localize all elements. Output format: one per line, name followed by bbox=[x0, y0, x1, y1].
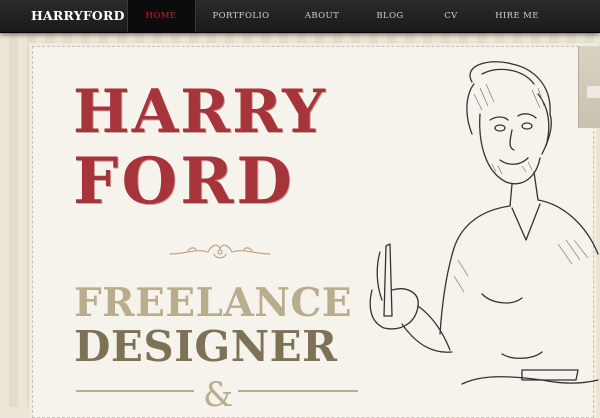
hero-name-last: FORD bbox=[73, 144, 295, 219]
nav-item-portfolio[interactable]: PORTFOLIO bbox=[196, 0, 286, 32]
nav-item-blog[interactable]: BLOG bbox=[360, 0, 420, 32]
tagline-freelance: FREELANCE bbox=[74, 280, 353, 326]
divider-rule-right bbox=[238, 390, 358, 392]
divider-rule-left bbox=[76, 390, 194, 392]
top-navigation-bar: HARRYFORD HOME PORTFOLIO ABOUT BLOG CV H… bbox=[0, 0, 600, 33]
designer-sketch-illustration bbox=[369, 61, 599, 385]
nav-item-hire-me[interactable]: HIRE ME bbox=[482, 0, 552, 32]
nav-item-home[interactable]: HOME bbox=[127, 0, 195, 32]
ornament-flourish-icon bbox=[169, 244, 271, 259]
hero-name-first: HARRY bbox=[73, 77, 327, 147]
nav-item-cv[interactable]: CV bbox=[426, 0, 476, 32]
nav-divider bbox=[127, 0, 128, 32]
nav-item-about[interactable]: ABOUT bbox=[290, 0, 354, 32]
site-logo[interactable]: HARRYFORD bbox=[31, 0, 125, 32]
tagline-designer: DESIGNER bbox=[74, 322, 338, 371]
